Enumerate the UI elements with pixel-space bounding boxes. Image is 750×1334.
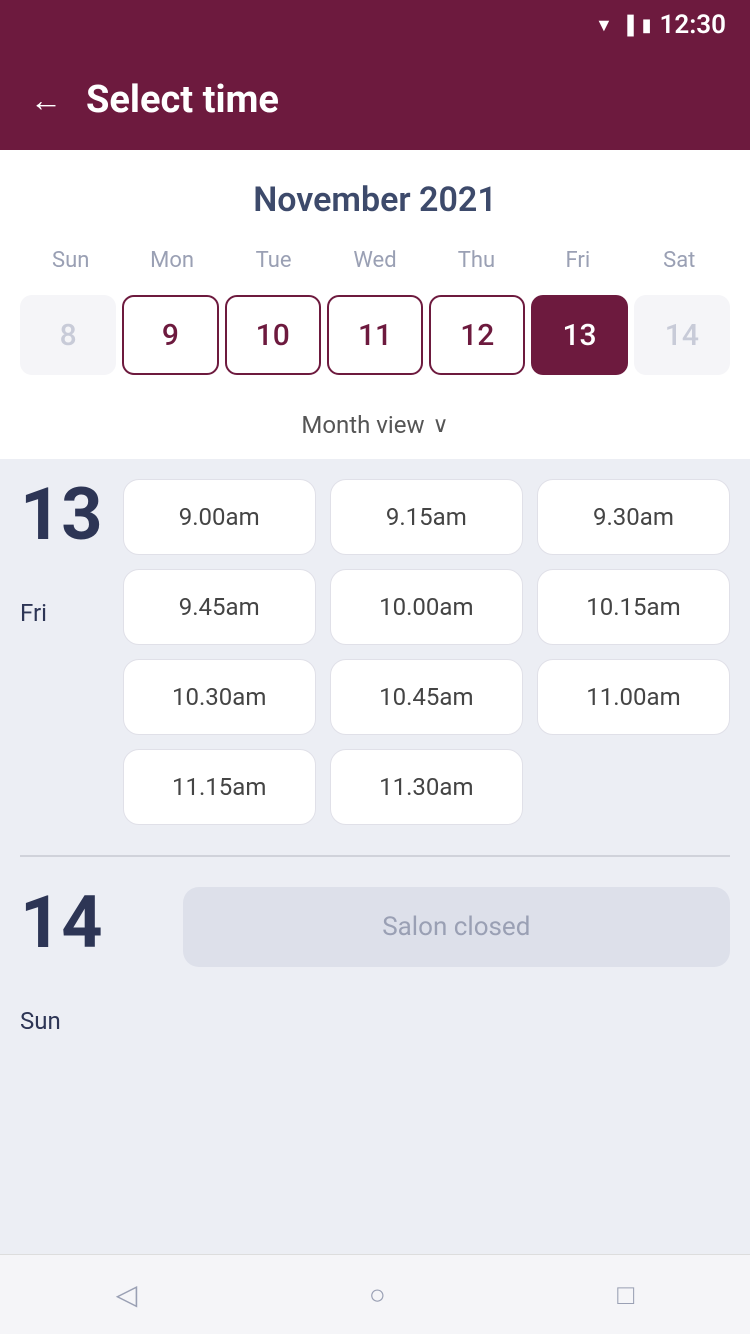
day-14-block: 14 Sun Salon closed	[20, 887, 730, 1035]
weekday-sat: Sat	[629, 240, 730, 281]
slot-9-30am[interactable]: 9.30am	[537, 479, 730, 555]
signal-icon: ▐	[621, 15, 634, 36]
day-13-number: 13	[20, 479, 103, 551]
weekday-mon: Mon	[121, 240, 222, 281]
slot-9-45am[interactable]: 9.45am	[123, 569, 316, 645]
slot-9-00am[interactable]: 9.00am	[123, 479, 316, 555]
month-view-label: Month view	[301, 411, 424, 439]
day-13-header: 13 Fri 9.00am 9.15am 9.30am 9.45am 10.00…	[20, 479, 730, 825]
status-bar: ▼ ▐ ▮ 12:30	[0, 0, 750, 50]
day-13-name: Fri	[20, 599, 103, 627]
day-cell-9[interactable]: 9	[122, 295, 218, 375]
calendar-section: November 2021 Sun Mon Tue Wed Thu Fri Sa…	[0, 150, 750, 459]
weekday-fri: Fri	[527, 240, 628, 281]
day-divider	[20, 855, 730, 857]
nav-recent-icon[interactable]: □	[617, 1278, 634, 1311]
status-time: 12:30	[660, 10, 727, 40]
day-cell-11[interactable]: 11	[327, 295, 423, 375]
slot-10-30am[interactable]: 10.30am	[123, 659, 316, 735]
day-13-slots-grid: 9.00am 9.15am 9.30am 9.45am 10.00am 10.1…	[123, 479, 730, 825]
nav-home-icon[interactable]: ○	[369, 1278, 386, 1311]
slot-10-15am[interactable]: 10.15am	[537, 569, 730, 645]
weekday-thu: Thu	[426, 240, 527, 281]
days-row: 8 9 10 11 12 13 14	[20, 291, 730, 395]
day-cell-13[interactable]: 13	[531, 295, 627, 375]
month-view-row[interactable]: Month view ∨	[20, 395, 730, 459]
day-14-header: 14 Sun Salon closed	[20, 887, 730, 1035]
slot-11-30am[interactable]: 11.30am	[330, 749, 523, 825]
timeslots-section: 13 Fri 9.00am 9.15am 9.30am 9.45am 10.00…	[0, 459, 750, 1254]
weekday-wed: Wed	[324, 240, 425, 281]
day-cell-8[interactable]: 8	[20, 295, 116, 375]
weekday-tue: Tue	[223, 240, 324, 281]
day-cell-10[interactable]: 10	[225, 295, 321, 375]
day-14-number: 14	[20, 887, 103, 959]
wifi-icon: ▼	[595, 15, 613, 36]
slot-11-00am[interactable]: 11.00am	[537, 659, 730, 735]
nav-back-icon[interactable]: ◁	[116, 1278, 138, 1311]
day-cell-12[interactable]: 12	[429, 295, 525, 375]
salon-closed-label: Salon closed	[183, 887, 730, 967]
day-14-name: Sun	[20, 1007, 103, 1035]
weekday-sun: Sun	[20, 240, 121, 281]
battery-icon: ▮	[642, 15, 652, 36]
chevron-down-icon: ∨	[433, 413, 449, 438]
slot-11-15am[interactable]: 11.15am	[123, 749, 316, 825]
slot-10-00am[interactable]: 10.00am	[330, 569, 523, 645]
back-button[interactable]: ←	[30, 81, 62, 119]
day-cell-14[interactable]: 14	[634, 295, 730, 375]
app-header: ← Select time	[0, 50, 750, 150]
month-title: November 2021	[20, 180, 730, 220]
status-icons: ▼ ▐ ▮ 12:30	[595, 10, 726, 40]
slot-9-15am[interactable]: 9.15am	[330, 479, 523, 555]
nav-bar: ◁ ○ □	[0, 1254, 750, 1334]
weekday-row: Sun Mon Tue Wed Thu Fri Sat	[20, 240, 730, 281]
day-13-block: 13 Fri 9.00am 9.15am 9.30am 9.45am 10.00…	[20, 479, 730, 825]
page-title: Select time	[86, 78, 279, 122]
slot-10-45am[interactable]: 10.45am	[330, 659, 523, 735]
